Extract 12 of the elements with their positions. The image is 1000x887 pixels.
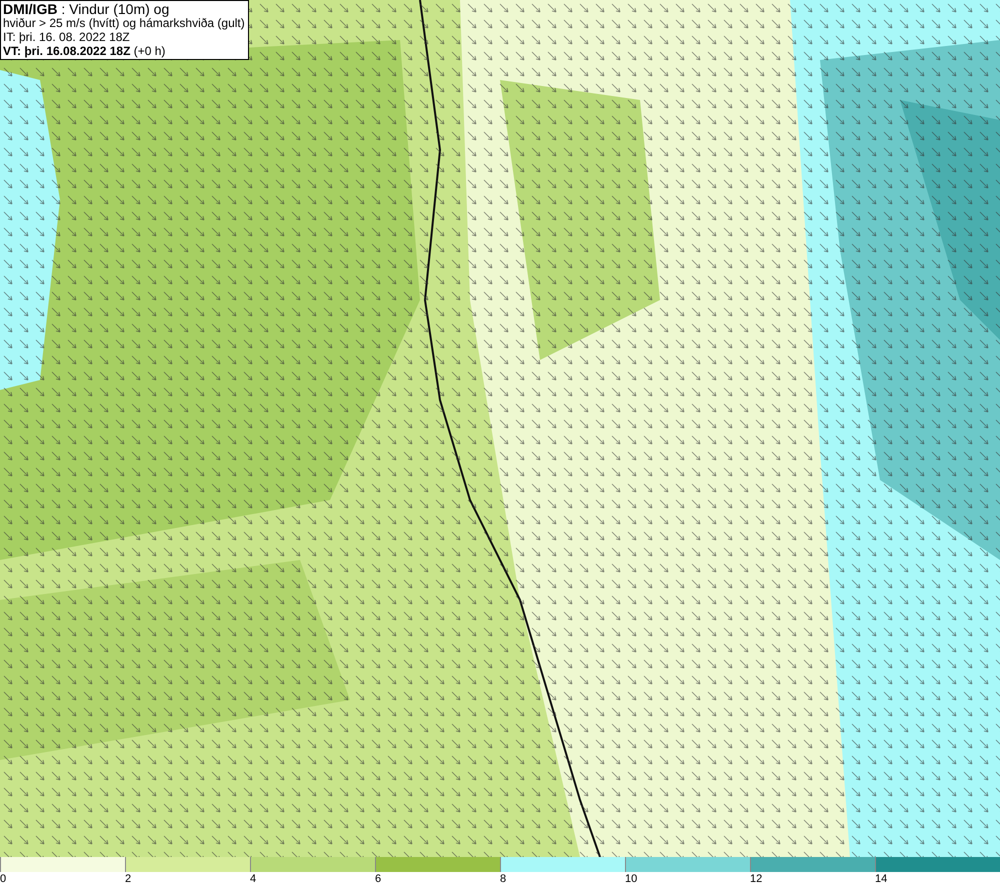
header-text: VT: þri. 16.08.2022 18Z (+0 h) xyxy=(3,44,166,58)
legend-label: 6 xyxy=(375,873,382,885)
header-text: DMI/IGB : Vindur (10m) og xyxy=(3,2,170,16)
legend-label: 4 xyxy=(250,873,256,885)
header-text: IT: þri. 16. 08. 2022 18Z xyxy=(3,30,131,44)
legend-label: 0 xyxy=(0,873,6,885)
legend-label: 10 xyxy=(625,873,638,885)
header-text: hviður > 25 m/s (hvítt) og hámarkshviða (gult) xyxy=(3,16,245,30)
legend-label: 8 xyxy=(500,873,506,885)
legend-label: 2 xyxy=(125,873,132,885)
legend-label: 12 xyxy=(750,873,762,885)
legend-label: 14 xyxy=(875,873,888,885)
